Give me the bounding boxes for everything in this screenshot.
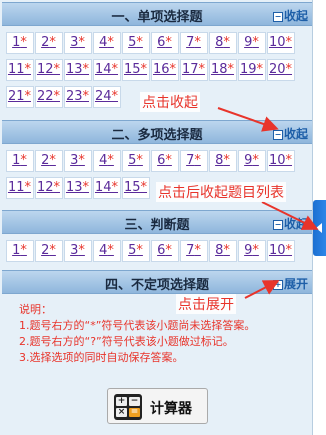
annotation-arrows xyxy=(217,107,319,299)
annotation-list-collapse: 点击后收起题目列表 xyxy=(156,182,286,202)
arrow-to-collapse xyxy=(217,107,279,132)
arrow-to-expand xyxy=(244,280,280,299)
annotation-collapse: 点击收起 xyxy=(140,92,200,112)
arrow-to-side-tab xyxy=(261,201,319,230)
annotation-expand: 点击展开 xyxy=(176,294,236,314)
